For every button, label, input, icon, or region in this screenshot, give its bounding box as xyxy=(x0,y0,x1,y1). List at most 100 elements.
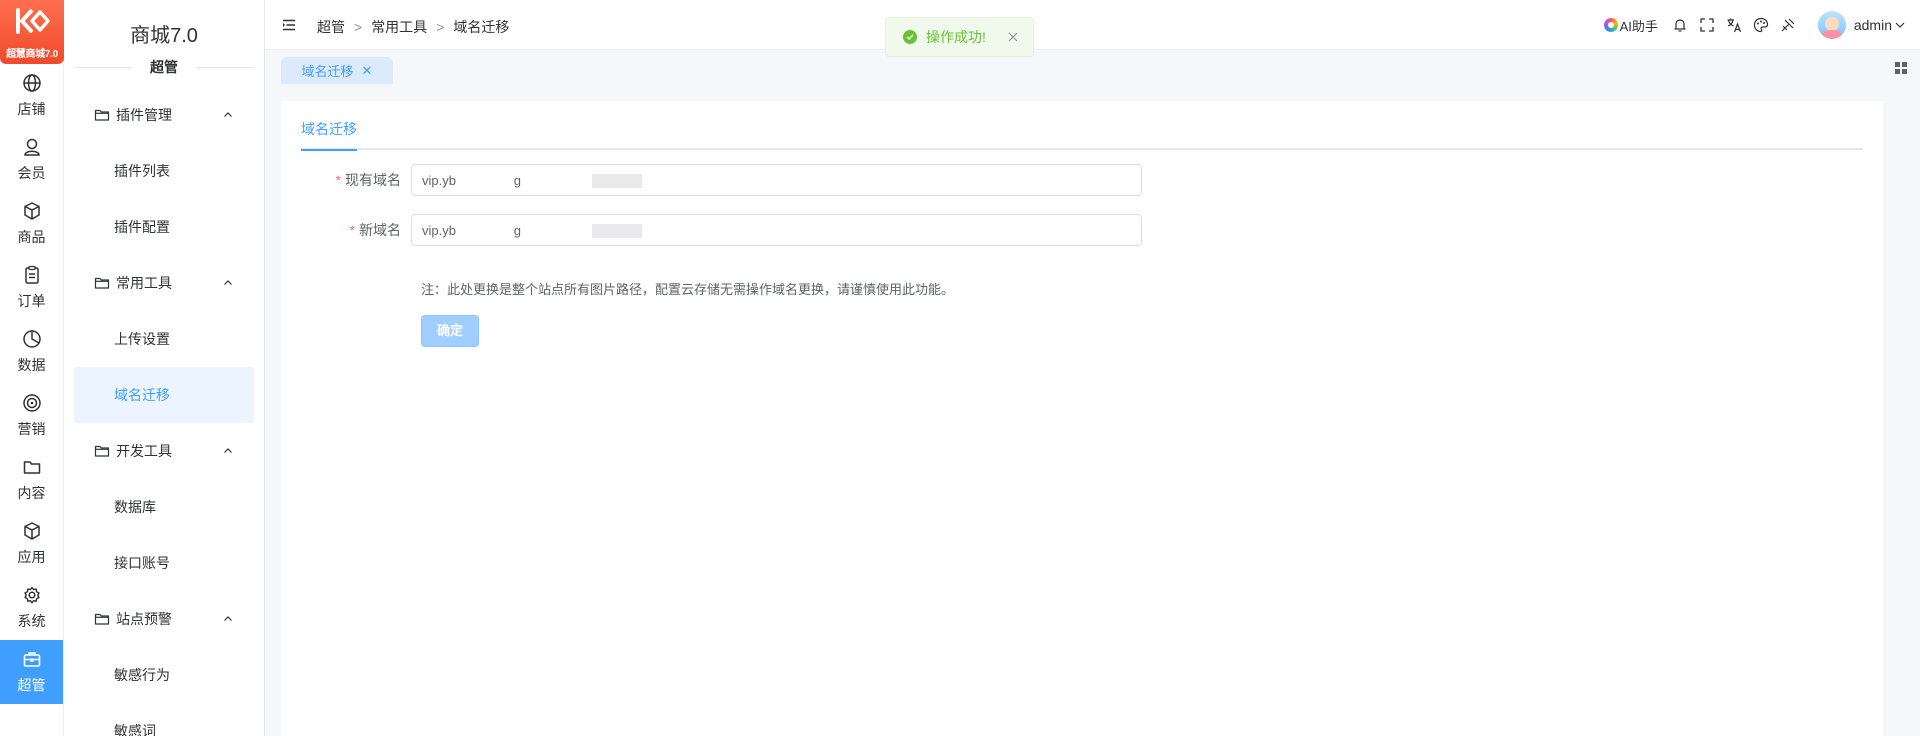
rail-item-label: 内容 xyxy=(17,485,46,501)
page-tabs: 域名迁移 xyxy=(301,101,1863,151)
menu-item-plugin-list[interactable]: 插件列表 xyxy=(74,143,254,199)
top-header: 超管 > 常用工具 > 域名迁移 AI助手 admin xyxy=(265,0,1920,50)
folder-icon xyxy=(94,109,110,121)
menu-group-site-alerts[interactable]: 站点预警 xyxy=(64,591,264,647)
redacted-mask xyxy=(592,224,642,238)
menu-group-dev-tools[interactable]: 开发工具 xyxy=(64,423,264,479)
rail-item-label: 会员 xyxy=(17,165,46,181)
header-actions: AI助手 admin xyxy=(1603,0,1920,50)
form-row-new-domain: * 新域名 xyxy=(281,214,1441,246)
palette-icon[interactable] xyxy=(1753,17,1769,33)
logo-icon xyxy=(16,8,50,34)
rail-item-label: 店铺 xyxy=(17,101,46,117)
chevron-up-icon xyxy=(224,448,232,453)
rail-item-superadmin[interactable]: 超管 xyxy=(0,640,63,704)
app-title: 商城7.0 xyxy=(130,25,198,47)
folder-icon xyxy=(23,461,40,474)
rail-item-data[interactable]: 数据 xyxy=(0,320,63,384)
avatar[interactable] xyxy=(1817,11,1846,39)
rail-item-marketing[interactable]: 营销 xyxy=(0,384,63,448)
language-icon[interactable] xyxy=(1726,17,1742,33)
required-mark: * xyxy=(335,172,341,188)
menu-group-label: 插件管理 xyxy=(116,107,172,123)
rail-item-content[interactable]: 内容 xyxy=(0,448,63,512)
rail-item-orders[interactable]: 订单 xyxy=(0,256,63,320)
rail-item-member[interactable]: 会员 xyxy=(0,128,63,192)
layout-icon[interactable] xyxy=(1780,17,1796,33)
rail-item-label: 应用 xyxy=(17,549,46,565)
field-label: * 现有域名 xyxy=(281,170,411,190)
folder-icon xyxy=(94,613,110,625)
fullscreen-icon[interactable] xyxy=(1699,17,1715,33)
pie-icon xyxy=(22,330,41,348)
required-mark: * xyxy=(349,222,355,238)
target-icon xyxy=(22,394,41,412)
breadcrumb-separator: > xyxy=(436,19,445,35)
breadcrumb: 超管 > 常用工具 > 域名迁移 xyxy=(317,17,509,37)
rail-item-label: 系统 xyxy=(17,613,46,629)
chevron-up-icon xyxy=(224,112,232,117)
breadcrumb-item[interactable]: 超管 xyxy=(317,17,345,37)
rail-item-store[interactable]: 店铺 xyxy=(0,64,63,128)
tab-domain-migration[interactable]: 域名迁移 ✕ xyxy=(281,57,393,84)
menu-item-domain-migration[interactable]: 域名迁移 xyxy=(74,367,254,423)
rail-item-label: 营销 xyxy=(17,421,46,437)
rail-item-apps[interactable]: 应用 xyxy=(0,512,63,576)
menu-group-plugins[interactable]: 插件管理 xyxy=(64,87,264,143)
confirm-button[interactable]: 确定 xyxy=(421,315,479,347)
folder-icon xyxy=(94,277,110,289)
submenu-section-header: 超管 xyxy=(64,57,264,77)
menu-fold-icon[interactable] xyxy=(282,18,296,32)
new-domain-label: 新域名 xyxy=(359,222,401,238)
rail-item-label: 超管 xyxy=(17,677,46,693)
ai-assistant-button[interactable]: AI助手 xyxy=(1603,16,1658,35)
bell-icon[interactable] xyxy=(1672,17,1688,33)
breadcrumb-item[interactable]: 常用工具 xyxy=(371,17,427,37)
toolbox-icon xyxy=(23,652,40,667)
rail-item-label: 商品 xyxy=(17,229,46,245)
tab-label: 域名迁移 xyxy=(301,64,354,79)
menu-group-label: 开发工具 xyxy=(116,443,172,459)
close-icon[interactable]: ✕ xyxy=(362,63,373,79)
menu-group-tools[interactable]: 常用工具 xyxy=(64,255,264,311)
menu-item-upload-settings[interactable]: 上传设置 xyxy=(74,311,254,367)
main-content: 域名迁移 *现有域名 *新域名 注：此处更换是整个站点所有图片路径，配置云存储无… xyxy=(281,101,1883,736)
section-title: 超管 xyxy=(150,59,178,75)
menu-item-sensitive-words[interactable]: 敏感词 xyxy=(74,703,254,736)
logo-badge-text: 超慧商城7.0 xyxy=(6,49,58,60)
current-domain-label: 现有域名 xyxy=(345,172,401,188)
folder-icon xyxy=(94,445,110,457)
chevron-down-icon[interactable] xyxy=(1894,19,1906,31)
chevron-up-icon xyxy=(224,280,232,285)
rail-item-system[interactable]: 系统 xyxy=(0,576,63,640)
box-icon xyxy=(23,202,40,220)
new-domain-input[interactable] xyxy=(411,214,1142,246)
breadcrumb-item: 域名迁移 xyxy=(453,19,510,35)
cube-icon xyxy=(23,522,40,540)
current-domain-input[interactable] xyxy=(411,164,1142,196)
grid-icon[interactable] xyxy=(1894,61,1908,75)
ai-icon xyxy=(1603,18,1618,32)
menu-group-label: 站点预警 xyxy=(116,611,172,627)
chevron-up-icon xyxy=(224,616,232,621)
ai-assistant-label: AI助手 xyxy=(1619,18,1658,34)
divider xyxy=(74,66,132,68)
redacted-mask xyxy=(592,174,642,188)
username[interactable]: admin xyxy=(1854,17,1892,33)
menu-item-sensitive-actions[interactable]: 敏感行为 xyxy=(74,647,254,703)
menu-item-plugin-config[interactable]: 插件配置 xyxy=(74,199,254,255)
tab-domain-migration-page[interactable]: 域名迁移 xyxy=(301,119,357,151)
close-icon[interactable] xyxy=(1007,31,1019,43)
divider xyxy=(196,66,254,68)
rail-item-label: 订单 xyxy=(17,293,46,309)
menu-item-api-accounts[interactable]: 接口账号 xyxy=(74,535,254,591)
success-icon xyxy=(903,30,917,44)
rail-item-goods[interactable]: 商品 xyxy=(0,192,63,256)
menu-group-label: 常用工具 xyxy=(116,275,172,291)
main-nav-rail: 超慧商城7.0 店铺 会员 商品 订单 数据 营销 内容 应用 系统 超管 xyxy=(0,0,64,736)
rail-item-label: 数据 xyxy=(17,357,46,373)
breadcrumb-separator: > xyxy=(354,19,363,35)
menu-item-database[interactable]: 数据库 xyxy=(74,479,254,535)
field-label: * 新域名 xyxy=(281,220,411,240)
brand-logo[interactable]: 超慧商城7.0 xyxy=(0,0,64,64)
